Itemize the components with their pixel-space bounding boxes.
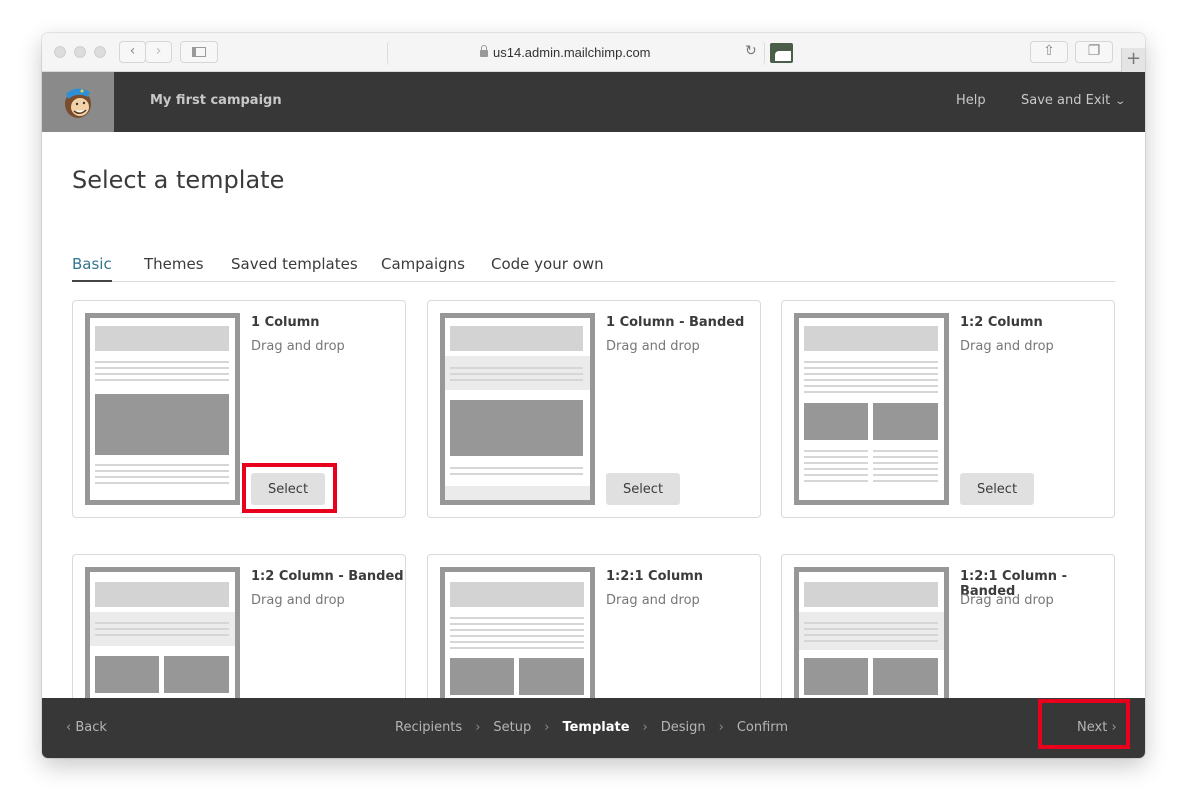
template-card-1-2-1-column: 1:2:1 Column Drag and drop	[427, 554, 761, 698]
tab-code-your-own[interactable]: Code your own	[491, 255, 604, 282]
tabs-icon: ❐	[1087, 43, 1101, 59]
tabs-overview-button[interactable]: ❐	[1075, 41, 1113, 63]
template-type: Drag and drop	[606, 593, 700, 608]
save-and-exit-label: Save and Exit	[1021, 93, 1111, 108]
select-button[interactable]: Select	[960, 473, 1034, 505]
back-button[interactable]: ‹ Back	[66, 720, 107, 735]
chevron-left-icon: ‹	[66, 720, 72, 735]
template-type: Drag and drop	[606, 339, 700, 354]
close-window-button[interactable]	[54, 46, 66, 58]
template-card-1-2-column: 1:2 Column Drag and drop Select	[781, 300, 1115, 518]
template-type: Drag and drop	[960, 339, 1054, 354]
template-card-1-2-column-banded: 1:2 Column - Banded Drag and drop	[72, 554, 406, 698]
template-tabs: Basic Themes Saved templates Campaigns C…	[72, 255, 1115, 282]
chevron-right-icon: ›	[475, 720, 481, 735]
next-label: Next	[1077, 720, 1108, 735]
select-button[interactable]: Select	[251, 473, 325, 505]
lock-icon	[480, 45, 488, 57]
tab-saved-templates[interactable]: Saved templates	[231, 255, 358, 282]
template-card-1-column: 1 Column Drag and drop Select	[72, 300, 406, 518]
select-button[interactable]: Select	[606, 473, 680, 505]
save-and-exit-menu[interactable]: Save and Exit ⌄	[1021, 93, 1127, 108]
chevron-right-icon: ›	[544, 720, 550, 735]
sidebar-toggle-button[interactable]	[180, 41, 218, 63]
back-label: Back	[75, 720, 107, 735]
browser-window: ‹ › us14.admin.mailchimp.com ↻ ⇧ ❐ + My …	[42, 33, 1145, 758]
zoom-window-button[interactable]	[94, 46, 106, 58]
help-link[interactable]: Help	[956, 93, 986, 108]
template-thumbnail[interactable]	[440, 567, 595, 698]
template-name: 1 Column	[251, 315, 320, 330]
template-thumbnail[interactable]	[440, 313, 595, 505]
share-icon: ⇧	[1043, 43, 1055, 59]
step-recipients[interactable]: Recipients	[395, 720, 462, 735]
chevron-right-icon: ›	[155, 43, 162, 59]
chevron-right-icon: ›	[642, 720, 648, 735]
tab-campaigns[interactable]: Campaigns	[381, 255, 465, 282]
template-thumbnail[interactable]	[794, 313, 949, 505]
template-name: 1:2:1 Column	[606, 569, 704, 584]
extension-icon[interactable]	[770, 43, 793, 63]
main-content: Select a template Basic Themes Saved tem…	[42, 132, 1145, 698]
template-type: Drag and drop	[251, 593, 345, 608]
chevron-right-icon: ›	[1111, 720, 1117, 735]
template-name: 1:2 Column	[960, 315, 1043, 330]
url-text: us14.admin.mailchimp.com	[493, 45, 651, 60]
next-button[interactable]: Next ›	[1077, 720, 1117, 735]
tab-themes[interactable]: Themes	[144, 255, 204, 282]
wizard-steps: Recipients › Setup › Template › Design › Confirm	[395, 720, 788, 735]
share-button[interactable]: ⇧	[1030, 41, 1068, 63]
tab-basic[interactable]: Basic	[72, 255, 112, 282]
minimize-window-button[interactable]	[74, 46, 86, 58]
template-thumbnail[interactable]	[85, 313, 240, 505]
logo-container[interactable]	[42, 72, 114, 132]
template-thumbnail[interactable]	[85, 567, 240, 698]
wizard-footer: ‹ Back Recipients › Setup › Template › Design ›…	[42, 698, 1145, 758]
chevron-right-icon: ›	[718, 720, 724, 735]
template-type: Drag and drop	[960, 593, 1054, 608]
template-card-1-2-1-column-banded: 1:2:1 Column - Banded Drag and drop	[781, 554, 1115, 698]
new-tab-button[interactable]: +	[1121, 48, 1145, 72]
chevron-down-icon: ⌄	[1114, 96, 1127, 107]
reload-icon[interactable]: ↻	[745, 43, 757, 59]
template-type: Drag and drop	[251, 339, 345, 354]
template-thumbnail[interactable]	[794, 567, 949, 698]
back-nav-button[interactable]: ‹	[119, 41, 146, 63]
forward-nav-button[interactable]: ›	[145, 41, 172, 63]
campaign-name[interactable]: My first campaign	[150, 93, 282, 108]
template-name: 1 Column - Banded	[606, 315, 745, 330]
template-card-1-column-banded: 1 Column - Banded Drag and drop Select	[427, 300, 761, 518]
sidebar-icon	[192, 47, 206, 57]
template-name: 1:2 Column - Banded	[251, 569, 404, 584]
step-design[interactable]: Design	[661, 720, 706, 735]
address-bar[interactable]: us14.admin.mailchimp.com ↻	[387, 41, 765, 65]
page-title: Select a template	[72, 166, 285, 194]
step-setup[interactable]: Setup	[493, 720, 531, 735]
step-confirm[interactable]: Confirm	[737, 720, 788, 735]
app-header: My first campaign Help Save and Exit ⌄	[42, 72, 1145, 132]
browser-toolbar: ‹ › us14.admin.mailchimp.com ↻ ⇧ ❐ +	[42, 33, 1145, 72]
mailchimp-logo-icon	[65, 88, 91, 118]
chevron-left-icon: ‹	[129, 43, 136, 59]
plus-icon: +	[1125, 48, 1142, 69]
step-template[interactable]: Template	[562, 720, 629, 735]
